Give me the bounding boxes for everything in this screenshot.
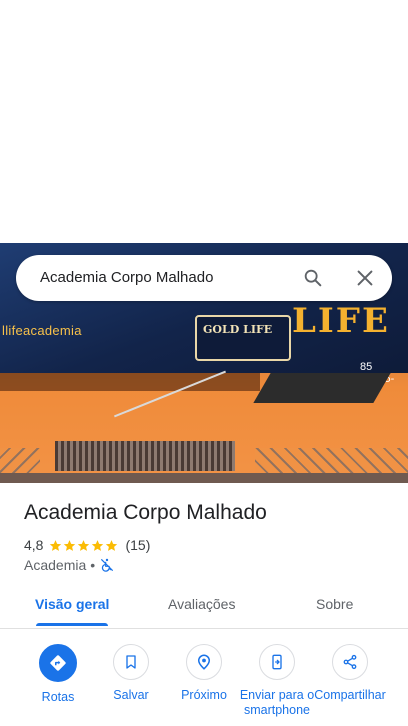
place-title: Academia Corpo Malhado: [24, 501, 267, 524]
search-bar[interactable]: Academia Corpo Malhado: [16, 255, 392, 301]
photo-sign-logo: GOLD LIFE: [195, 315, 291, 361]
no-wheelchair-access-icon: [101, 558, 114, 572]
place-tabs: Visão geral Avaliações Sobre: [0, 586, 408, 629]
directions-button[interactable]: Rotas: [20, 644, 96, 705]
rating-row[interactable]: 4,8 (15): [24, 536, 150, 554]
tab-reviews[interactable]: Avaliações: [168, 596, 235, 612]
search-icon[interactable]: [302, 267, 324, 289]
star-icon: [92, 539, 104, 551]
close-icon[interactable]: [354, 267, 376, 289]
action-buttons: Rotas Salvar Próximo Enviar para o smart…: [0, 644, 408, 726]
star-icon: [78, 539, 90, 551]
search-input[interactable]: Academia Corpo Malhado: [40, 269, 213, 286]
photo-sign-text-left: llifeacademia: [2, 323, 82, 338]
photo-sign-text-right: LIFE: [292, 301, 390, 341]
send-to-phone-button[interactable]: Enviar para o smartphone: [239, 644, 315, 718]
share-icon[interactable]: [332, 644, 368, 680]
tab-about[interactable]: Sobre: [316, 596, 353, 612]
star-icon: [106, 539, 118, 551]
directions-label: Rotas: [41, 690, 75, 704]
photo-grille: [55, 441, 235, 471]
share-button[interactable]: Compartilhar: [312, 644, 388, 703]
rating-stars: [49, 539, 119, 552]
photo-grille-right: [255, 448, 408, 476]
star-icon: [50, 539, 62, 551]
category-separator: •: [90, 557, 96, 573]
photo-shadow: [0, 373, 260, 391]
share-label: Compartilhar: [314, 688, 386, 702]
save-label: Salvar: [113, 688, 149, 702]
photo-awning: [253, 373, 391, 403]
tab-active-indicator: [36, 623, 108, 626]
nearby-button[interactable]: Próximo: [166, 644, 242, 703]
photo-grille-left: [0, 448, 40, 476]
star-icon: [64, 539, 76, 551]
tab-overview[interactable]: Visão geral: [35, 596, 109, 612]
send-to-phone-label: Enviar para o smartphone: [239, 688, 315, 717]
review-count[interactable]: (15): [125, 537, 150, 553]
save-button[interactable]: Salvar: [93, 644, 169, 703]
photo-logo-text: GOLD LIFE: [203, 323, 273, 336]
directions-icon[interactable]: [39, 644, 77, 682]
nearby-label: Próximo: [181, 688, 227, 702]
place-category: Academia: [24, 557, 87, 573]
bookmark-icon[interactable]: [113, 644, 149, 680]
send-to-phone-icon[interactable]: [259, 644, 295, 680]
rating-value: 4,8: [24, 537, 44, 553]
photo-floor: [0, 473, 408, 483]
category-row: Academia •: [24, 556, 115, 574]
nearby-icon[interactable]: [186, 644, 222, 680]
